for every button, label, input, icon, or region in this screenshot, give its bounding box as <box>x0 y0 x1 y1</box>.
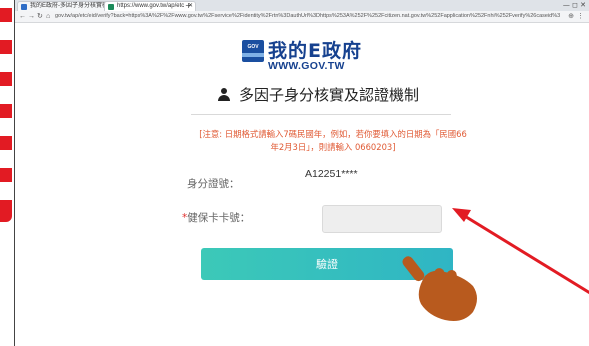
gov-badge-icon: GOV <box>242 40 264 62</box>
egov-logo[interactable]: GOV 我的E政府 WWW.GOV.TW <box>242 36 412 76</box>
red-marker <box>0 136 12 150</box>
logo-url: WWW.GOV.TW <box>268 60 345 72</box>
menu-icon[interactable]: ⋮ <box>577 11 584 22</box>
verify-button[interactable]: 驗證 <box>201 248 453 280</box>
heading-divider <box>191 114 451 115</box>
red-marker <box>0 104 12 118</box>
health-card-label: *健保卡卡號： <box>182 210 250 225</box>
red-marker <box>0 200 12 222</box>
forward-icon[interactable]: → <box>28 11 35 22</box>
user-icon <box>217 87 231 103</box>
tab-label: 我的E政府-多因子身分核實機制 <box>30 3 115 9</box>
page-title: 多因子身分核實及認證機制 <box>239 86 420 104</box>
home-icon[interactable]: ⌂ <box>46 11 50 22</box>
health-card-label-text: 健保卡卡號： <box>187 212 251 224</box>
red-marker <box>0 8 12 22</box>
new-tab-button[interactable]: + <box>185 0 192 11</box>
id-number-value: A12251**** <box>305 168 358 180</box>
tab-label: https://www.gov.tw/ap/etc <box>117 3 185 9</box>
favicon-icon <box>21 4 27 10</box>
zoom-icon[interactable]: ⊕ <box>568 11 574 22</box>
left-red-marker-strip <box>0 0 14 346</box>
favicon-icon <box>108 4 114 10</box>
browser-toolbar: ← → ↻ ⌂ gov.tw/ap/etc/eid/verify?back=ht… <box>15 11 589 23</box>
page-heading: 多因子身分核實及認證機制 <box>217 84 437 108</box>
red-marker <box>0 40 12 54</box>
red-marker <box>0 72 12 86</box>
browser-window: 我的E政府-多因子身分核實機制 ✕ https://www.gov.tw/ap/… <box>14 0 589 346</box>
id-number-label: 身分證號： <box>187 178 240 190</box>
address-bar[interactable]: gov.tw/ap/etc/eid/verify?back=https%3A%2… <box>55 12 560 21</box>
tab-bar: 我的E政府-多因子身分核實機制 ✕ https://www.gov.tw/ap/… <box>15 0 589 12</box>
date-format-notice: [注意: 日期格式請輸入7碼民國年，例如，若你要填入的日期為「民國66年2月3日… <box>199 129 467 152</box>
reload-icon[interactable]: ↻ <box>37 11 43 22</box>
logo-title: 我的E政府 <box>268 40 362 62</box>
red-marker <box>0 168 12 182</box>
gov-badge-text: GOV <box>247 44 259 50</box>
badge-stripe <box>242 53 264 57</box>
health-card-number-input[interactable] <box>322 205 442 233</box>
back-icon[interactable]: ← <box>19 11 26 22</box>
window-controls[interactable]: — ◻ ✕ <box>563 0 586 11</box>
